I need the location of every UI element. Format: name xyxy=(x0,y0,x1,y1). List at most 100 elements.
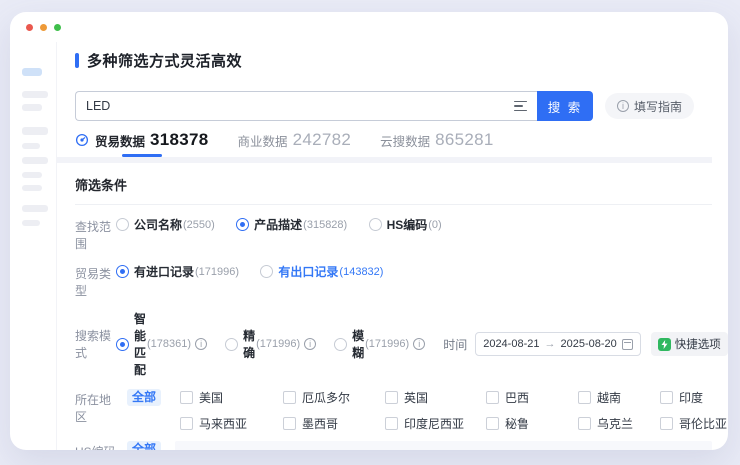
radio-icon xyxy=(225,338,238,351)
checkbox-icon xyxy=(184,450,197,451)
search-button[interactable]: 搜 索 xyxy=(537,91,593,121)
sidebar-skeleton-item[interactable] xyxy=(22,220,40,226)
hs-checkbox-item[interactable]: 392690 xyxy=(184,449,272,450)
radio-hs-code[interactable]: HS编码 (0) xyxy=(369,216,442,233)
app-window: 多种筛选方式灵活高效 搜 索 填写指南 xyxy=(10,12,728,450)
tab-label: 商业数据 xyxy=(238,131,288,150)
radio-company-name[interactable]: 公司名称 (2550) xyxy=(116,216,215,233)
region-checkbox-item[interactable]: 厄瓜多尔 xyxy=(283,389,385,406)
sidebar-skeleton-item[interactable] xyxy=(22,157,48,164)
region-checkbox-item[interactable]: 美国 xyxy=(180,389,283,406)
region-checkbox-item[interactable]: 乌克兰 xyxy=(578,415,660,432)
checkbox-icon xyxy=(385,417,398,430)
region-checkbox-item[interactable]: 印度 xyxy=(660,389,728,406)
sidebar-skeleton-item[interactable] xyxy=(22,205,48,212)
region-checkbox-item[interactable]: 英国 xyxy=(385,389,486,406)
checkbox-icon xyxy=(385,391,398,404)
zoom-window-icon[interactable] xyxy=(54,24,61,31)
minimize-window-icon[interactable] xyxy=(40,24,47,31)
radio-has-import-records[interactable]: 有进口记录 (171996) xyxy=(116,263,239,280)
checkbox-label: 哥伦比亚 xyxy=(679,415,727,432)
filter-lines-icon[interactable] xyxy=(514,101,527,112)
search-mode-row-label: 搜索模式 xyxy=(75,327,116,361)
hs-all-button[interactable]: 全部 xyxy=(127,441,161,450)
radio-has-export-records[interactable]: 有出口记录 (143832) xyxy=(260,263,383,280)
sidebar-skeleton-item[interactable] xyxy=(22,185,42,191)
checkbox-label: 392690 xyxy=(203,449,243,450)
radio-count: (315828) xyxy=(303,219,347,231)
region-filter-row: 所在地区 全部 美国厄瓜多尔英国巴西越南印度 马来西亚墨西哥印度尼西亚秘鲁乌克兰… xyxy=(57,389,728,432)
sidebar-skeleton xyxy=(10,42,57,450)
main-content: 多种筛选方式灵活高效 搜 索 填写指南 xyxy=(57,42,728,450)
region-checkbox-item[interactable]: 马来西亚 xyxy=(180,415,283,432)
tab-label: 云搜数据 xyxy=(380,131,430,150)
fill-guide-label: 填写指南 xyxy=(634,98,682,115)
radio-label: 有进口记录 xyxy=(134,263,194,280)
region-checkbox-item[interactable]: 越南 xyxy=(578,389,660,406)
sidebar-skeleton-item[interactable] xyxy=(22,91,48,98)
radio-count: (2550) xyxy=(183,219,215,231)
checkbox-icon xyxy=(578,417,591,430)
sidebar-skeleton-item[interactable] xyxy=(22,172,42,178)
checkbox-icon xyxy=(283,391,296,404)
radio-label: HS编码 xyxy=(387,216,428,233)
radio-count: (171996) xyxy=(365,338,409,350)
radio-smart-match[interactable]: 智能匹配 (178361) xyxy=(116,310,207,378)
sidebar-skeleton-item[interactable] xyxy=(22,127,48,135)
region-checkbox-item[interactable]: 印度尼西亚 xyxy=(385,415,486,432)
trade-type-row-label: 贸易类型 xyxy=(75,263,116,299)
checkbox-label: 印度 xyxy=(679,389,703,406)
tab-business-data[interactable]: 商业数据 242782 xyxy=(238,130,352,157)
region-checkbox-item[interactable]: 墨西哥 xyxy=(283,415,385,432)
radio-exact[interactable]: 精确 (171996) xyxy=(225,327,316,361)
checkbox-icon xyxy=(180,417,193,430)
region-checkbox-item[interactable]: 哥伦比亚 xyxy=(660,415,728,432)
search-input-group: 搜 索 xyxy=(75,91,593,121)
checkbox-icon xyxy=(486,391,499,404)
date-range-arrow: → xyxy=(544,338,555,350)
region-checkbox-item[interactable]: 秘鲁 xyxy=(486,415,578,432)
scope-options: 公司名称 (2550) 产品描述 (315828) HS编码 (0) xyxy=(116,216,460,234)
checkbox-label: 印度尼西亚 xyxy=(404,415,464,432)
radio-label: 产品描述 xyxy=(254,216,302,233)
sidebar-skeleton-item[interactable] xyxy=(22,104,42,111)
date-range-picker[interactable]: 2024-08-21 → 2025-08-20 xyxy=(475,332,641,356)
sidebar-skeleton-item[interactable] xyxy=(22,143,40,149)
fill-guide-button[interactable]: 填写指南 xyxy=(605,93,694,119)
sidebar-item-active[interactable] xyxy=(22,68,42,76)
checkbox-icon xyxy=(578,391,591,404)
title-accent-bar xyxy=(75,53,79,68)
radio-icon xyxy=(116,218,129,231)
checkbox-icon xyxy=(180,391,193,404)
info-icon[interactable] xyxy=(304,338,316,350)
radio-selected-icon xyxy=(116,265,129,278)
checkbox-label: 巴西 xyxy=(505,389,529,406)
quick-options-button[interactable]: 快捷选项 xyxy=(651,332,728,356)
checkbox-icon xyxy=(486,417,499,430)
checkbox-label: 乌克兰 xyxy=(597,415,633,432)
radio-fuzzy[interactable]: 模糊 (171996) xyxy=(334,327,425,361)
radio-label: 模糊 xyxy=(352,327,364,361)
hs-checkbox-item[interactable]: 39269099 xyxy=(272,449,361,450)
region-all-button[interactable]: 全部 xyxy=(127,389,161,406)
region-checkbox-item[interactable]: 巴西 xyxy=(486,389,578,406)
search-input[interactable] xyxy=(86,99,514,113)
time-label: 时间 xyxy=(443,336,467,353)
tab-trade-data[interactable]: 贸易数据 318378 xyxy=(75,130,209,157)
checkbox-label: 马来西亚 xyxy=(199,415,247,432)
quick-options-icon xyxy=(658,338,671,351)
radio-icon xyxy=(369,218,382,231)
info-icon[interactable] xyxy=(195,338,207,350)
radio-count: (0) xyxy=(428,219,441,231)
close-window-icon[interactable] xyxy=(26,24,33,31)
info-icon[interactable] xyxy=(413,338,425,350)
radio-label: 有出口记录 xyxy=(278,263,338,280)
radio-count: (171996) xyxy=(256,338,300,350)
radio-product-desc[interactable]: 产品描述 (315828) xyxy=(236,216,347,233)
radio-label: 智能匹配 xyxy=(134,310,146,378)
tab-cloud-data[interactable]: 云搜数据 865281 xyxy=(380,130,494,157)
checkbox-label: 美国 xyxy=(199,389,223,406)
page-title-row: 多种筛选方式灵活高效 xyxy=(57,50,728,71)
divider xyxy=(75,204,712,205)
info-icon xyxy=(617,100,629,112)
